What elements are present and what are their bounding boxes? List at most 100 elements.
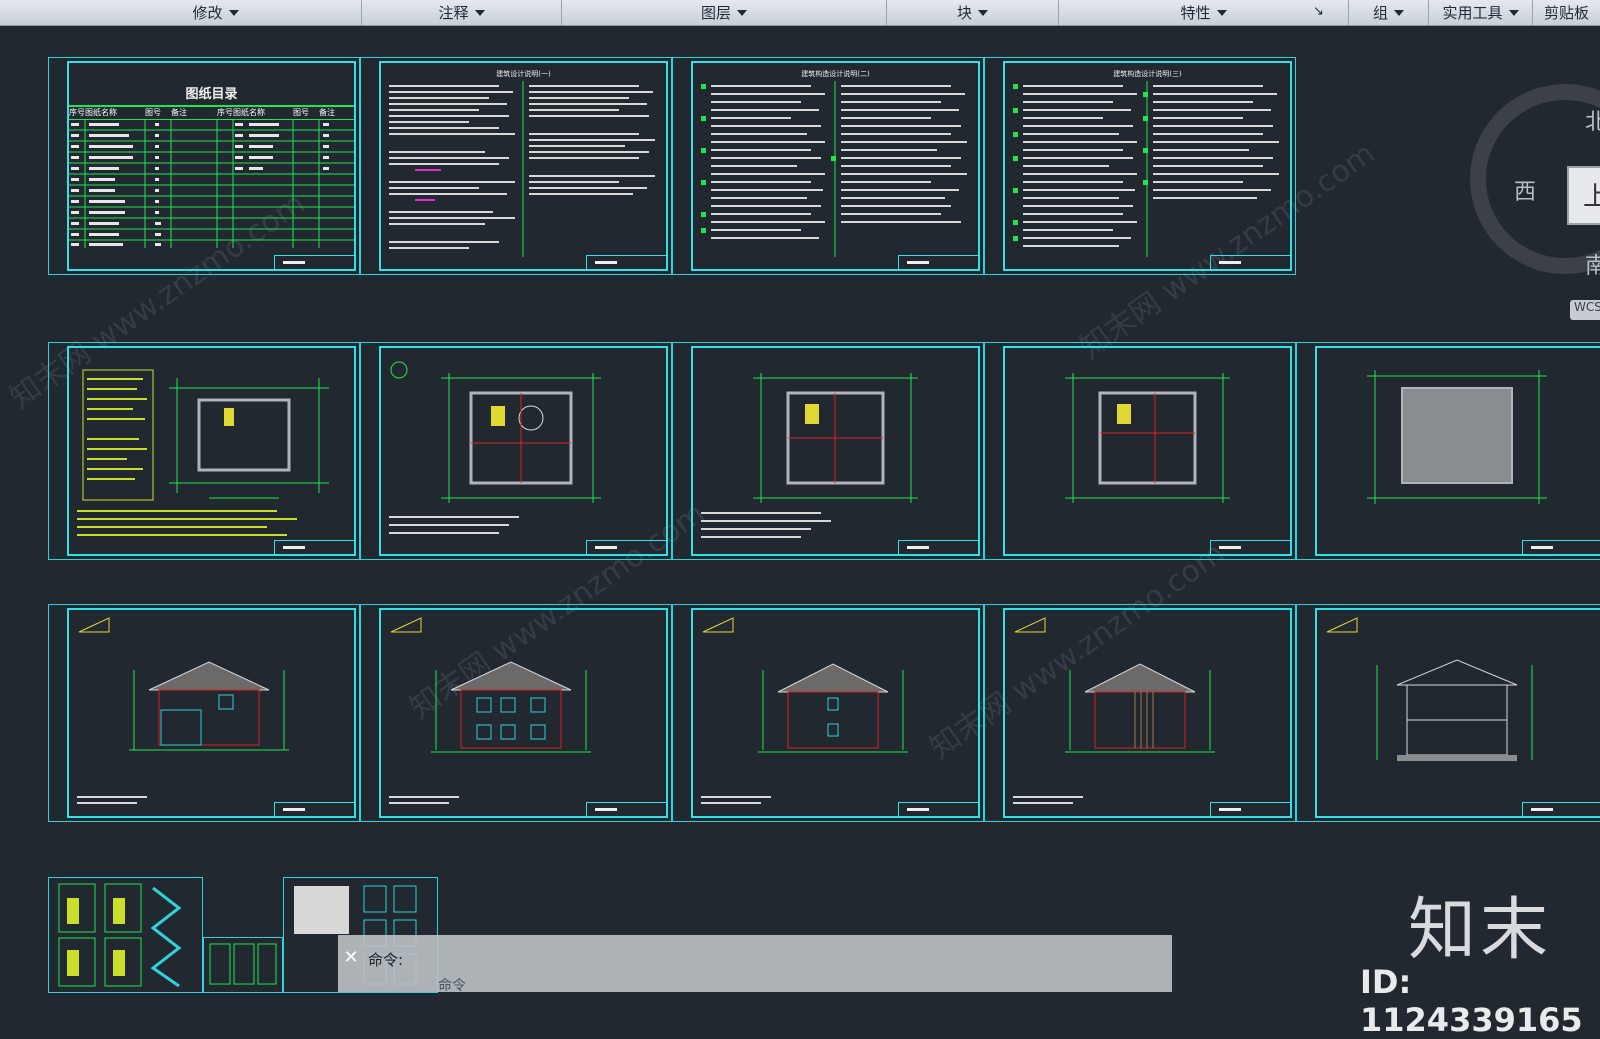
sheet-elevation-2[interactable]	[360, 604, 672, 822]
sheet-frame	[1315, 346, 1600, 556]
sheet-frame: 建筑构造设计说明(三)	[1003, 61, 1292, 271]
panel-annotate[interactable]: 注释	[362, 0, 562, 25]
notes-title: 建筑构造设计说明(三)	[1113, 70, 1182, 78]
sheet-frame: 建筑构造设计说明(二)	[691, 61, 980, 271]
title-block	[586, 802, 668, 818]
panel-group[interactable]: 组	[1349, 0, 1429, 25]
sheet-frame	[1315, 608, 1600, 818]
sheet-frame	[67, 346, 356, 556]
sheet-third-floor-plan[interactable]	[984, 342, 1296, 560]
elevation-drawing	[701, 617, 908, 804]
panel-label: 组	[1372, 4, 1388, 22]
sheet-second-floor-plan[interactable]	[672, 342, 984, 560]
sheet-design-notes-3[interactable]: 建筑构造设计说明(三)	[984, 57, 1296, 275]
sheet-frame	[379, 608, 668, 818]
sheet-frame	[1003, 608, 1292, 818]
ribbon-bar: 修改 注释 图层 块 特性 ↘ 组 实用工具 剪贴板	[0, 0, 1600, 26]
elevation-drawing	[389, 617, 591, 804]
chevron-down-icon	[1216, 9, 1227, 16]
compass-south-label[interactable]: 南	[1585, 248, 1600, 280]
sheet-frame	[691, 346, 980, 556]
title-block	[1210, 540, 1292, 556]
index-header-cell: 序号	[69, 108, 85, 117]
sheet-frame: 图纸目录 序号 图纸名称 图号 备注 序号 图纸名称 图号 备注	[67, 61, 356, 271]
panel-utilities[interactable]: 实用工具	[1429, 0, 1533, 25]
sheet-first-floor-plan[interactable]	[360, 342, 672, 560]
compass-west-label[interactable]: 西	[1514, 174, 1536, 206]
panel-modify[interactable]: 修改	[70, 0, 362, 25]
command-line[interactable]: ✕ 命令: 命令	[338, 935, 1172, 994]
plan-drawing	[1065, 373, 1230, 503]
title-block	[586, 540, 668, 556]
sheet-site-plan[interactable]	[48, 342, 360, 560]
sheet-elevation-3[interactable]	[672, 604, 984, 822]
section-drawing	[1326, 617, 1533, 761]
index-header-cell: 图纸名称	[233, 108, 265, 117]
sheet-frame	[379, 346, 668, 556]
sheet-stair-details[interactable]	[48, 877, 203, 993]
chevron-down-icon	[1508, 9, 1519, 16]
index-header-cell: 备注	[319, 108, 335, 117]
sheet-frame	[67, 608, 356, 818]
title-block	[898, 255, 980, 271]
notes-text-block	[701, 81, 967, 257]
panel-clipboard[interactable]: 剪贴板	[1533, 0, 1600, 25]
drawing-canvas[interactable]: 知末网 www.znzmo.com 知末网 www.znzmo.com 知末网 …	[0, 26, 1600, 1039]
compass-north-label[interactable]: 北	[1585, 104, 1600, 136]
sheet-design-notes-2[interactable]: 建筑构造设计说明(二)	[672, 57, 984, 275]
chevron-down-icon	[474, 9, 485, 16]
viewcube-top-face[interactable]: 上	[1567, 166, 1600, 225]
plan-drawing	[77, 369, 329, 536]
panel-layers[interactable]: 图层	[562, 0, 887, 25]
panel-block[interactable]: 块	[887, 0, 1059, 25]
plan-drawing	[1367, 370, 1547, 504]
panel-label: 修改	[192, 4, 223, 22]
sheet-frame	[691, 608, 980, 818]
index-header-cell: 图号	[145, 108, 161, 117]
title-block	[898, 802, 980, 818]
panel-label: 注释	[438, 4, 469, 22]
chevron-down-icon	[737, 9, 747, 16]
notes-title: 建筑设计说明(一)	[496, 70, 551, 78]
elevation-drawing	[1013, 617, 1215, 804]
close-icon[interactable]: ✕	[340, 947, 362, 969]
plan-drawing	[389, 361, 601, 534]
sheet-node-details[interactable]	[203, 937, 283, 993]
chevron-down-icon	[1394, 9, 1404, 16]
panel-properties[interactable]: 特性	[1059, 0, 1349, 25]
viewcube-face-label: 上	[1583, 182, 1600, 212]
sheet-drawing-index[interactable]: 图纸目录 序号 图纸名称 图号 备注 序号 图纸名称 图号 备注	[48, 57, 360, 275]
sheet-section[interactable]	[1296, 604, 1600, 822]
sheet-roof-plan[interactable]	[1296, 342, 1600, 560]
watermark-logo: 知末	[1408, 891, 1553, 970]
sheet-elevation-4[interactable]	[984, 604, 1296, 822]
index-title: 图纸目录	[185, 87, 238, 102]
title-block	[274, 802, 356, 818]
notes-text-block	[389, 81, 655, 257]
panel-label: 特性	[1180, 4, 1211, 22]
index-header-cell: 图纸名称	[85, 108, 117, 117]
title-block	[586, 255, 668, 271]
command-prompt[interactable]: 命令:	[368, 949, 403, 970]
title-block	[274, 540, 356, 556]
watermark-id: ID: 1124339165	[1360, 963, 1583, 1039]
chevron-down-icon	[978, 9, 988, 16]
detail-drawing	[58, 883, 182, 988]
sheet-design-notes-1[interactable]: 建筑设计说明(一)	[360, 57, 672, 275]
title-block	[1210, 802, 1292, 818]
title-block	[1522, 802, 1600, 818]
panel-launcher-icon[interactable]: ↘	[1313, 4, 1324, 19]
sheet-elevation-1[interactable]	[48, 604, 360, 822]
index-header-row: 序号 图纸名称 图号 备注 序号 图纸名称 图号 备注	[69, 107, 354, 120]
notes-title: 建筑构造设计说明(二)	[801, 70, 870, 78]
chevron-down-icon	[228, 9, 239, 16]
wcs-menu[interactable]: WCS	[1570, 300, 1600, 320]
sheet-frame: 建筑设计说明(一)	[379, 61, 668, 271]
index-grid	[69, 120, 354, 248]
index-table: 序号 图纸名称 图号 备注 序号 图纸名称 图号 备注	[69, 105, 354, 249]
panel-label: 剪贴板	[1543, 4, 1589, 22]
title-block	[1210, 255, 1292, 271]
elevation-drawing	[77, 617, 289, 804]
title-block	[898, 540, 980, 556]
panel-label: 实用工具	[1442, 4, 1503, 22]
